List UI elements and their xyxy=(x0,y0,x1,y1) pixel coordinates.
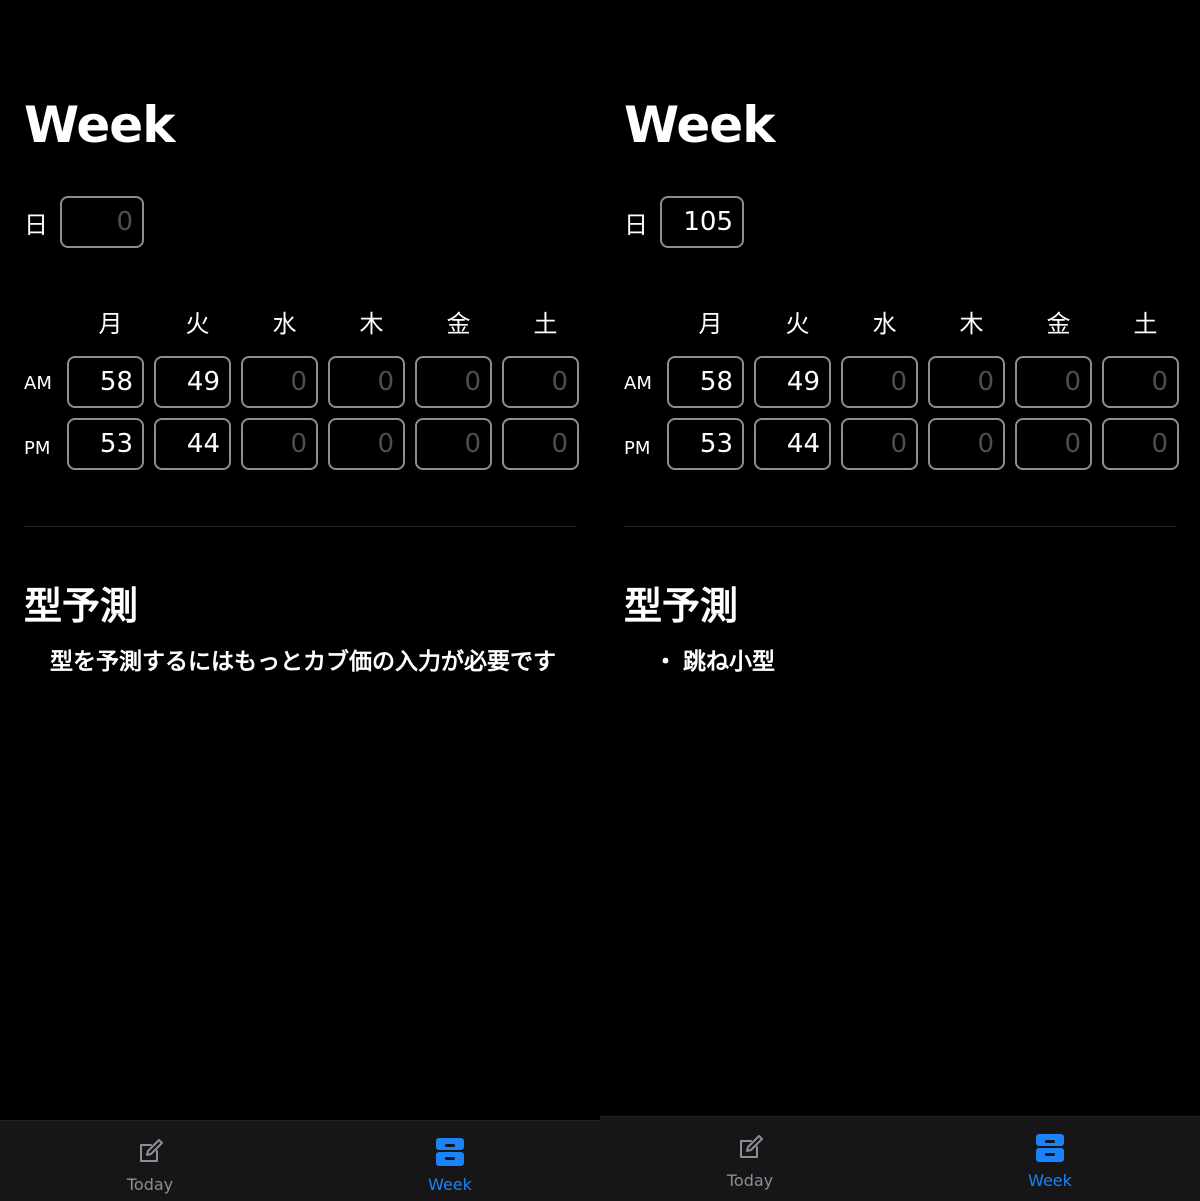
pm-label: PM xyxy=(624,437,651,459)
page-title: Week xyxy=(24,96,175,154)
day-header-tue: 火 xyxy=(785,310,810,338)
compose-icon xyxy=(733,1131,767,1165)
tab-today-label: Today xyxy=(126,1175,174,1194)
day-header-wed: 水 xyxy=(872,310,897,338)
prediction-result-label: 跳ね小型 xyxy=(683,649,775,675)
tab-bar: Today Week xyxy=(0,1120,600,1201)
price-field-thu-pm[interactable]: 0 xyxy=(328,418,405,470)
screen-week-empty: Week 日 0 月 火 水 木 金 土 AM 58 49 0 0 0 0 PM… xyxy=(0,0,600,1201)
pm-price-row: PM 53 44 0 0 0 0 xyxy=(24,418,589,470)
sunday-price-field[interactable]: 0 xyxy=(60,196,144,248)
sunday-label: 日 xyxy=(624,210,648,239)
sunday-price-row: 日 0 xyxy=(24,196,144,248)
price-field-sat-pm[interactable]: 0 xyxy=(502,418,579,470)
section-divider xyxy=(624,526,1176,527)
tab-week-label: Week xyxy=(1028,1171,1072,1190)
prediction-message: 型を予測するにはもっとカブ価の入力が必要です xyxy=(50,649,556,675)
price-field-wed-pm[interactable]: 0 xyxy=(841,418,918,470)
section-divider xyxy=(24,526,576,527)
am-price-row: AM 58 49 0 0 0 0 xyxy=(24,356,589,408)
day-header-thu: 木 xyxy=(359,310,384,338)
archivebox-icon xyxy=(1033,1131,1067,1165)
archivebox-icon xyxy=(433,1135,467,1169)
price-field-tue-am[interactable]: 49 xyxy=(154,356,231,408)
price-field-tue-am[interactable]: 49 xyxy=(754,356,831,408)
price-field-fri-pm[interactable]: 0 xyxy=(1015,418,1092,470)
prediction-result-item: ・跳ね小型 xyxy=(654,646,775,679)
price-field-sat-pm[interactable]: 0 xyxy=(1102,418,1179,470)
price-field-sat-am[interactable]: 0 xyxy=(1102,356,1179,408)
day-header-wed: 水 xyxy=(272,310,297,338)
price-field-sat-am[interactable]: 0 xyxy=(502,356,579,408)
sunday-price-field[interactable]: 105 xyxy=(660,196,744,248)
tab-week[interactable]: Week xyxy=(300,1121,600,1201)
prediction-title: 型予測 xyxy=(24,584,139,628)
am-label: AM xyxy=(24,372,52,394)
price-field-mon-pm[interactable]: 53 xyxy=(667,418,744,470)
day-headers: 月 火 水 木 金 土 xyxy=(67,308,589,340)
day-header-fri: 金 xyxy=(446,310,471,338)
day-header-sat: 土 xyxy=(1133,310,1158,338)
price-field-mon-pm[interactable]: 53 xyxy=(67,418,144,470)
tab-today-label: Today xyxy=(726,1171,774,1190)
compose-icon xyxy=(133,1135,167,1169)
price-field-thu-am[interactable]: 0 xyxy=(928,356,1005,408)
tab-bar: Today Week xyxy=(600,1116,1200,1201)
price-field-wed-pm[interactable]: 0 xyxy=(241,418,318,470)
price-field-fri-pm[interactable]: 0 xyxy=(415,418,492,470)
day-header-mon: 月 xyxy=(698,310,723,338)
bullet: ・ xyxy=(654,649,677,675)
day-header-tue: 火 xyxy=(185,310,210,338)
am-label: AM xyxy=(624,372,652,394)
price-field-fri-am[interactable]: 0 xyxy=(1015,356,1092,408)
price-field-tue-pm[interactable]: 44 xyxy=(154,418,231,470)
price-field-fri-am[interactable]: 0 xyxy=(415,356,492,408)
prediction-title: 型予測 xyxy=(624,584,739,628)
sunday-label: 日 xyxy=(24,210,48,239)
day-header-fri: 金 xyxy=(1046,310,1071,338)
pm-label: PM xyxy=(24,437,51,459)
day-header-sat: 土 xyxy=(533,310,558,338)
price-field-wed-am[interactable]: 0 xyxy=(241,356,318,408)
price-field-mon-am[interactable]: 58 xyxy=(667,356,744,408)
day-header-thu: 木 xyxy=(959,310,984,338)
prediction-results: ・跳ね小型 xyxy=(654,646,775,679)
price-field-mon-am[interactable]: 58 xyxy=(67,356,144,408)
sunday-price-row: 日 105 xyxy=(624,196,744,248)
price-field-wed-am[interactable]: 0 xyxy=(841,356,918,408)
page-title: Week xyxy=(624,96,775,154)
am-price-row: AM 58 49 0 0 0 0 xyxy=(624,356,1189,408)
tab-today[interactable]: Today xyxy=(600,1117,900,1201)
price-field-thu-pm[interactable]: 0 xyxy=(928,418,1005,470)
tab-week[interactable]: Week xyxy=(900,1117,1200,1201)
screen-week-predicted: Week 日 105 月 火 水 木 金 土 AM 58 49 0 0 0 0 … xyxy=(600,0,1200,1201)
tab-today[interactable]: Today xyxy=(0,1121,300,1201)
tab-week-label: Week xyxy=(428,1175,472,1194)
day-headers: 月 火 水 木 金 土 xyxy=(667,308,1189,340)
day-header-mon: 月 xyxy=(98,310,123,338)
price-field-thu-am[interactable]: 0 xyxy=(328,356,405,408)
price-field-tue-pm[interactable]: 44 xyxy=(754,418,831,470)
pm-price-row: PM 53 44 0 0 0 0 xyxy=(624,418,1189,470)
